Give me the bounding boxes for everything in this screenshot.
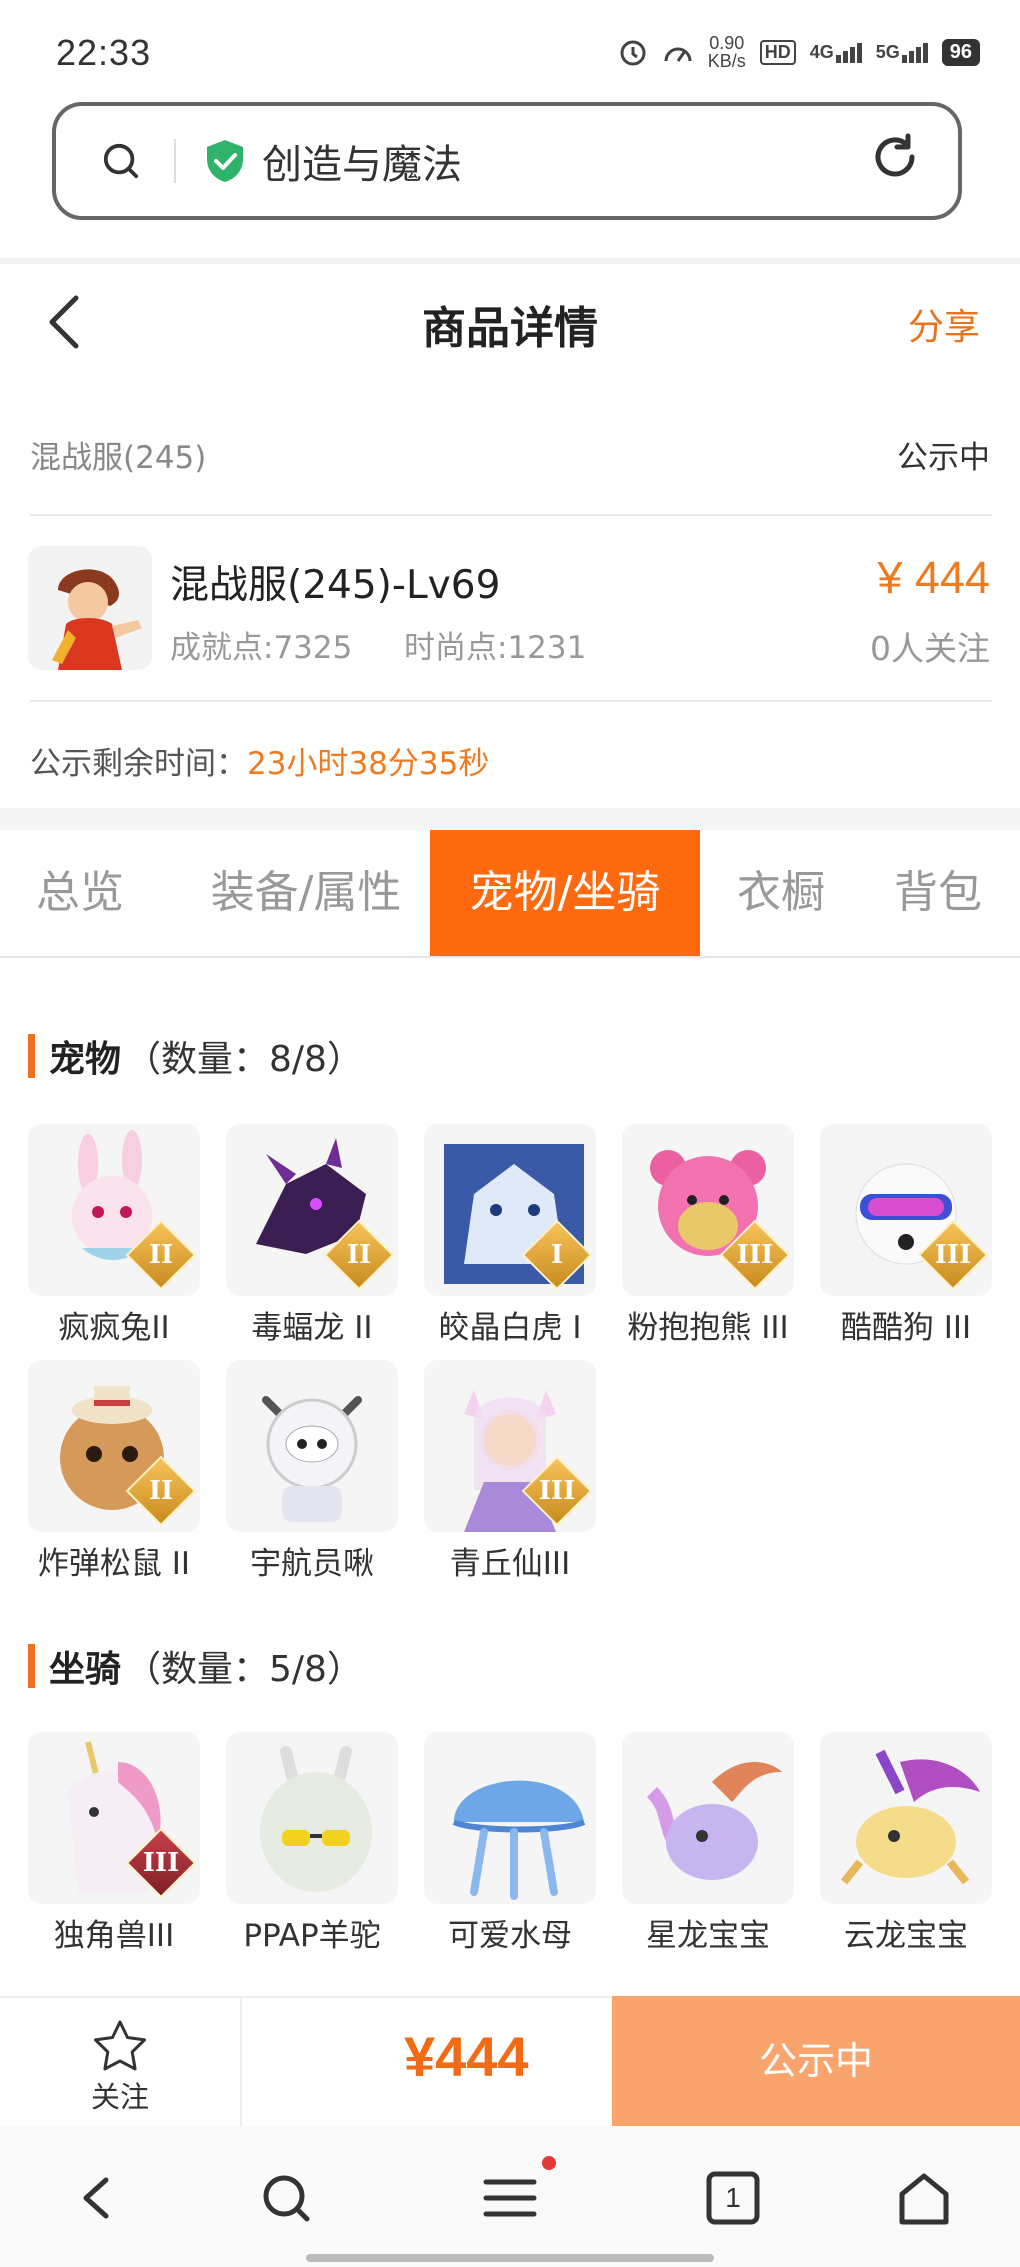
pet-name: 炸弹松鼠 II (37, 1546, 191, 1582)
pets-section-title: 宠物 （数量：8/8） (28, 1030, 363, 1082)
follower-count: 0人关注 (870, 629, 990, 668)
alarm-icon (620, 40, 646, 66)
signal-4g: 4G (810, 42, 862, 63)
tab-pets-mounts[interactable]: 宠物/坐骑 (430, 830, 700, 956)
address-bar[interactable]: 创造与魔法 (52, 102, 962, 220)
refresh-icon[interactable] (868, 130, 922, 184)
tab-wardrobe[interactable]: 衣橱 (716, 830, 846, 956)
mount-card[interactable]: III 独角兽III (28, 1732, 200, 1955)
divider (30, 700, 992, 702)
nav-tabs-button[interactable]: 1 (705, 2170, 761, 2226)
section-marker (28, 1034, 35, 1078)
signal-5g: 5G (876, 42, 928, 63)
home-indicator[interactable] (306, 2254, 714, 2262)
remaining-time: 公示剩余时间：23小时38分35秒 (30, 746, 490, 782)
pet-card[interactable]: 宇航员啾 (226, 1360, 398, 1583)
tab-bag[interactable]: 背包 (868, 830, 1008, 956)
pet-name: 皎晶白虎 I (438, 1310, 582, 1346)
share-button[interactable]: 分享 (908, 298, 980, 350)
pet-card[interactable]: III 粉抱抱熊 III (622, 1124, 794, 1347)
character-name: 混战服(245)-Lv69 (170, 563, 501, 608)
tab-bar: 总览 装备/属性 宠物/坐骑 衣橱 背包 (0, 830, 1020, 958)
mounts-section-title: 坐骑 （数量：5/8） (28, 1640, 363, 1692)
pet-card[interactable]: II 毒蝠龙 II (226, 1124, 398, 1347)
pet-name: 粉抱抱熊 III (627, 1310, 789, 1346)
listing-status: 公示中 (897, 440, 990, 476)
mount-card[interactable]: 星龙宝宝 (622, 1732, 794, 1955)
nav-search-icon[interactable] (258, 2170, 314, 2226)
listing-price: ¥ 444 (877, 552, 990, 603)
section-gap (0, 808, 1020, 830)
follow-label: 关注 (90, 2080, 149, 2114)
mount-name: 独角兽III (53, 1918, 175, 1954)
mount-name: 可爱水母 (448, 1918, 572, 1954)
hd-indicator: HD (759, 39, 796, 65)
star-icon (94, 2020, 146, 2071)
fashion-points: 时尚点:1231 (404, 630, 587, 666)
search-icon[interactable] (102, 142, 140, 180)
pet-card[interactable]: III 酷酷狗 III (820, 1124, 992, 1347)
tab-overview[interactable]: 总览 (0, 830, 160, 956)
pet-name: 酷酷狗 III (840, 1310, 972, 1346)
battery-icon: 96 (941, 38, 980, 66)
mount-card[interactable]: PPAP羊驼 (226, 1732, 398, 1955)
mount-name: PPAP羊驼 (243, 1918, 381, 1954)
section-marker (28, 1644, 35, 1688)
shield-check-icon (207, 140, 243, 182)
pet-name: 毒蝠龙 II (251, 1310, 373, 1346)
mount-card[interactable]: 云龙宝宝 (820, 1732, 992, 1955)
notification-dot (542, 2156, 556, 2170)
achievement-points: 成就点:7325 (170, 630, 353, 666)
nav-menu-icon[interactable] (482, 2170, 538, 2226)
publicity-button[interactable]: 公示中 (612, 1996, 1020, 2126)
bottom-price: ¥444 (404, 2025, 529, 2088)
network-speed: 0.90 KB/s (707, 33, 746, 71)
page-title: 商品详情 (422, 303, 598, 354)
nav-back-icon[interactable] (70, 2170, 126, 2226)
speedometer-icon (664, 47, 692, 62)
nav-home-icon[interactable] (896, 2170, 952, 2226)
pet-name: 青丘仙III (449, 1546, 571, 1582)
tab-equipment[interactable]: 装备/属性 (178, 830, 434, 956)
pet-card[interactable]: II 疯疯兔II (28, 1124, 200, 1347)
status-icons: 0.90 KB/s HD 4G 5G 96 (618, 34, 980, 70)
pet-name: 疯疯兔II (58, 1310, 170, 1346)
search-divider (174, 139, 176, 183)
character-avatar (28, 546, 152, 670)
pet-name: 宇航员啾 (250, 1546, 374, 1582)
follow-button[interactable]: 关注 (0, 1996, 242, 2126)
mount-name: 云龙宝宝 (844, 1918, 968, 1954)
pet-card[interactable]: III 青丘仙III (424, 1360, 596, 1583)
mount-card[interactable]: 可爱水母 (424, 1732, 596, 1955)
server-name: 混战服(245) (30, 440, 207, 476)
search-query[interactable]: 创造与魔法 (262, 132, 462, 190)
divider (30, 514, 992, 516)
divider (0, 258, 1020, 264)
tab-count: 1 (725, 2182, 741, 2213)
pet-card[interactable]: I 皎晶白虎 I (424, 1124, 596, 1347)
pet-card[interactable]: II 炸弹松鼠 II (28, 1360, 200, 1583)
status-time: 22:33 (56, 32, 152, 73)
mount-name: 星龙宝宝 (646, 1918, 770, 1954)
